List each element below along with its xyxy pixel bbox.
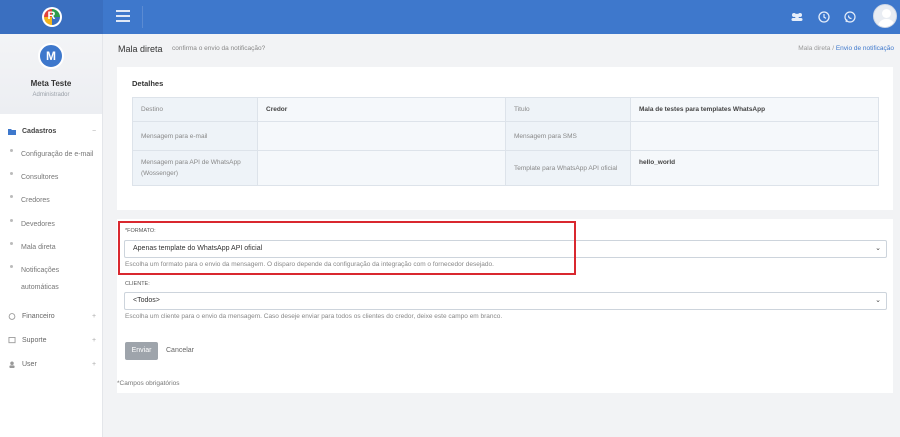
details-card: Detalhes Destino Credor Titulo Mala de t… (117, 67, 893, 210)
details-title: Detalhes (132, 79, 164, 88)
chevron-down-icon: ⌄ (875, 245, 881, 252)
expand-icon: + (92, 360, 97, 368)
hamburger-menu-icon[interactable] (116, 10, 130, 24)
cell-label: Template para WhatsApp API oficial (505, 150, 631, 186)
sidebar-section-label: Financeiro (22, 312, 55, 320)
cliente-label: CLIENTE: (125, 281, 150, 287)
sidebar-item-configuracao-email[interactable]: Configuração de e-mail (0, 146, 102, 164)
sidebar-section-suporte[interactable]: Suporte + (0, 331, 102, 349)
details-table: Destino Credor Titulo Mala de testes par… (132, 97, 879, 186)
user-avatar[interactable] (873, 4, 897, 28)
profile-role: Administrador (32, 92, 70, 98)
bullet-icon (10, 265, 13, 268)
sidebar-item-label: Notificações automáticas (21, 267, 60, 291)
chat-icon (8, 336, 16, 343)
sidebar-item-label: Credores (21, 197, 50, 204)
chevron-down-icon: ⌄ (875, 297, 881, 304)
cliente-help: Escolha um cliente para o envio da mensa… (125, 313, 503, 320)
sidebar-section-financeiro[interactable]: Financeiro + (0, 307, 102, 325)
app-logo: R (41, 7, 62, 27)
user-icon (9, 360, 15, 368)
required-fields-note: *Campos obrigatórios (117, 380, 180, 387)
sidebar-item-credores[interactable]: Credores (0, 192, 102, 210)
page-title: Mala direta (118, 44, 163, 54)
cell-value (257, 150, 506, 186)
cell-value: hello_world (630, 150, 879, 186)
folder-icon (8, 128, 16, 135)
sidebar-item-label: Mala direta (21, 244, 56, 251)
cliente-value: <Todos> (133, 297, 160, 304)
page-header: Mala direta confirma o envio da notifica… (104, 34, 900, 65)
whatsapp-icon[interactable] (843, 10, 857, 24)
cell-value (257, 121, 506, 151)
sidebar: M Meta Teste Administrador (0, 34, 103, 437)
cancel-button[interactable]: Cancelar (166, 342, 194, 360)
cell-label: Mensagem para e-mail (132, 121, 258, 151)
profile-panel: M Meta Teste Administrador (0, 34, 102, 114)
highlight-box (118, 221, 576, 275)
expand-icon: + (92, 312, 97, 320)
cell-value (630, 121, 879, 151)
sidebar-item-mala-direta[interactable]: Mala direta (0, 239, 102, 257)
cell-value: Credor (257, 97, 506, 122)
sidebar-item-label: Consultores (21, 174, 59, 181)
brand[interactable]: R (0, 0, 103, 34)
sidebar-section-label: Suporte (22, 336, 47, 344)
sidebar-item-notificacoes[interactable]: Notificações automáticas (0, 262, 80, 296)
top-bar: R (0, 0, 900, 34)
table-row: Mensagem para API de WhatsApp (Wossenger… (132, 150, 879, 186)
collapse-icon: − (92, 127, 97, 135)
page-subtitle: confirma o envio da notificação? (172, 45, 266, 52)
cliente-select[interactable]: <Todos> ⌄ (124, 292, 887, 310)
profile-avatar[interactable]: M (38, 43, 64, 69)
expand-icon: + (92, 336, 97, 344)
table-row: Destino Credor Titulo Mala de testes par… (132, 97, 879, 122)
sidebar-item-devedores[interactable]: Devedores (0, 216, 102, 234)
breadcrumb-separator: / (832, 45, 834, 52)
breadcrumb-current: Envio de notificação (835, 45, 894, 52)
sidebar-item-label: Configuração de e-mail (21, 151, 94, 158)
bullet-icon (10, 149, 13, 152)
finance-icon (8, 312, 16, 320)
sidebar-section-label: User (22, 360, 37, 368)
bullet-icon (10, 242, 13, 245)
cell-label: Destino (132, 97, 258, 122)
sidebar-section-user[interactable]: User + (0, 355, 102, 373)
users-icon[interactable] (790, 10, 804, 24)
logo-letter: R (47, 10, 56, 22)
breadcrumb-parent[interactable]: Mala direta (798, 45, 830, 52)
divider (142, 6, 143, 28)
cell-label: Mensagem para API de WhatsApp (Wossenger… (132, 150, 258, 186)
bullet-icon (10, 219, 13, 222)
profile-name: Meta Teste (30, 79, 72, 88)
cell-label: Mensagem para SMS (505, 121, 631, 151)
bullet-icon (10, 195, 13, 198)
sidebar-section-label: Cadastros (22, 127, 57, 135)
clock-icon[interactable] (817, 10, 831, 24)
send-button[interactable]: Enviar (125, 342, 158, 360)
sidebar-section-cadastros[interactable]: Cadastros − (0, 122, 102, 140)
sidebar-item-consultores[interactable]: Consultores (0, 169, 102, 187)
bullet-icon (10, 172, 13, 175)
table-row: Mensagem para e-mail Mensagem para SMS (132, 121, 879, 151)
cell-value: Mala de testes para templates WhatsApp (630, 97, 879, 122)
breadcrumb: Mala direta / Envio de notificação (798, 45, 894, 52)
cell-label: Titulo (505, 97, 631, 122)
sidebar-item-label: Devedores (21, 221, 55, 228)
